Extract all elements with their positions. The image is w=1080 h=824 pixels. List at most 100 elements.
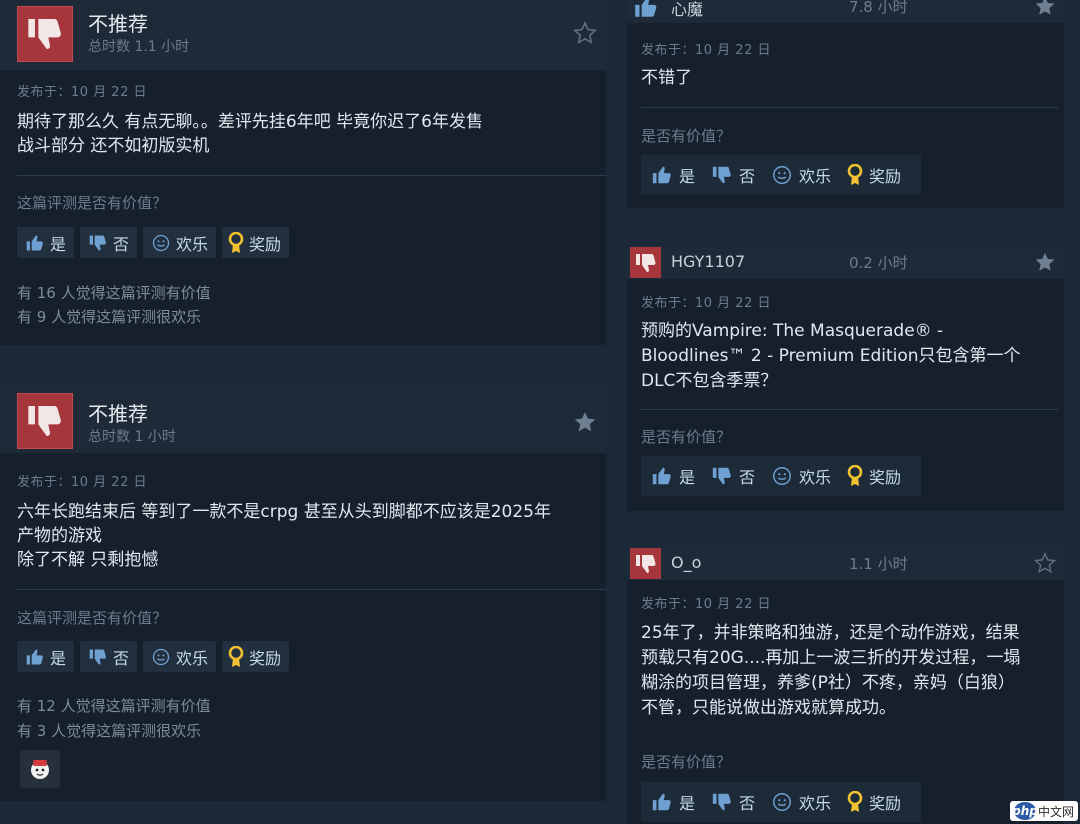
thumbs-down-icon — [712, 793, 731, 811]
smiley-icon — [773, 793, 792, 811]
vote-funny-label: 欢乐 — [799, 167, 832, 186]
review-line: DLC不包含季票？ — [641, 371, 778, 391]
thumbs-up-icon — [652, 793, 671, 811]
helpful-question: 是否有价值？ — [641, 127, 732, 145]
review-line: 除了不解 只剩抱憾 — [17, 550, 159, 570]
vote-buttons: 是 否 欢乐 奖励 — [641, 782, 921, 822]
playtime: 7.8 小时 — [849, 0, 908, 16]
review-card: HGY1107 0.2 小时 发布于：10 月 22 日 预购的Vampire:… — [627, 246, 1064, 511]
vote-funny-button[interactable]: 欢乐 — [765, 163, 837, 187]
review-line: 产物的游戏 — [17, 526, 102, 546]
award-button[interactable]: 奖励 — [841, 790, 907, 814]
vote-funny-label: 欢乐 — [799, 468, 832, 487]
vote-yes-button[interactable]: 是 — [645, 790, 701, 814]
review-line: 糊涂的项目管理，养爹(P社）不疼，亲妈（白狼） — [641, 673, 1015, 693]
review-header: 不推荐 总时数 1 小时 — [0, 383, 606, 453]
helpful-count: 有 12 人觉得这篇评测有价值 — [17, 697, 211, 715]
funny-count: 有 3 人觉得这篇评测很欢乐 — [17, 722, 202, 740]
award-icon — [847, 164, 863, 185]
reviewer-name[interactable]: HGY1107 — [671, 252, 745, 271]
helpful-question: 是否有价值？ — [641, 753, 732, 771]
vote-no-button[interactable]: 否 — [80, 227, 138, 258]
award-badge-icon[interactable] — [20, 750, 60, 788]
smiley-icon — [152, 648, 170, 665]
award-button[interactable]: 奖励 — [222, 641, 290, 672]
vote-no-button[interactable]: 否 — [705, 790, 761, 814]
thumbs-down-icon — [89, 235, 106, 250]
award-label: 奖励 — [249, 234, 282, 254]
reviewer-name[interactable]: 心魔 — [671, 0, 703, 20]
review-body: 预购的Vampire: The Masquerade® - Bloodlines… — [641, 319, 1050, 394]
thumbs-down-icon — [712, 467, 731, 485]
vote-yes-label: 是 — [679, 794, 696, 813]
playtime: 总时数 1.1 小时 — [88, 39, 190, 55]
helpful-question: 这篇评测是否有价值？ — [17, 609, 168, 627]
review-line: Bloodlines™ 2 - Premium Edition只包含第一个 — [641, 346, 1021, 366]
vote-buttons: 是 否 欢乐 奖励 — [641, 155, 921, 195]
award-label: 奖励 — [869, 167, 902, 186]
thumbs-down-icon — [89, 649, 106, 664]
playtime: 总时数 1 小时 — [88, 429, 176, 445]
star-icon[interactable] — [572, 20, 598, 46]
star-icon[interactable] — [1032, 0, 1058, 19]
review-body: 六年长跑结束后 等到了一款不是crpg 甚至从头到脚都不应该是2025年 产物的… — [17, 500, 594, 572]
smiley-icon — [773, 166, 792, 184]
vote-yes-label: 是 — [50, 234, 67, 254]
divider — [641, 107, 1058, 108]
review-body: 期待了那么久 有点无聊。。差评先挂6年吧 毕竟你迟了6年发售 战斗部分 还不如初… — [17, 110, 594, 158]
thumbs-up-icon — [26, 649, 43, 664]
review-line: 六年长跑结束后 等到了一款不是crpg 甚至从头到脚都不应该是2025年 — [17, 502, 551, 522]
award-button[interactable]: 奖励 — [841, 464, 907, 488]
vote-no-button[interactable]: 否 — [705, 464, 761, 488]
vote-yes-button[interactable]: 是 — [645, 464, 701, 488]
vote-funny-button[interactable]: 欢乐 — [765, 464, 837, 488]
review-card: O_o 1.1 小时 发布于：10 月 22 日 25年了，并非策略和独游，还是… — [627, 547, 1064, 824]
thumbs-up-icon — [630, 0, 661, 22]
thumbs-down-icon — [630, 548, 661, 579]
divider — [641, 409, 1058, 410]
award-icon — [228, 645, 244, 667]
award-button[interactable]: 奖励 — [222, 227, 290, 258]
vote-yes-button[interactable]: 是 — [17, 641, 75, 672]
thumbs-down-icon — [712, 166, 731, 184]
vote-funny-button[interactable]: 欢乐 — [143, 227, 217, 258]
thumbs-down-icon — [17, 393, 73, 449]
vote-yes-button[interactable]: 是 — [17, 227, 75, 258]
vote-buttons: 是 否 欢乐 奖励 — [17, 641, 290, 672]
award-label: 奖励 — [869, 794, 902, 813]
review-card: 心魔 7.8 小时 发布于：10 月 22 日 不错了 是否有价值？ 是 否 欢… — [627, 0, 1064, 208]
vote-no-label: 否 — [113, 234, 130, 254]
reviewer-name[interactable]: O_o — [671, 553, 701, 572]
playtime: 0.2 小时 — [849, 254, 908, 272]
vote-funny-button[interactable]: 欢乐 — [143, 641, 217, 672]
vote-yes-button[interactable]: 是 — [645, 163, 701, 187]
review-card: 不推荐 总时数 1.1 小时 发布于：10 月 22 日 期待了那么久 有点无聊… — [0, 0, 606, 345]
star-icon[interactable] — [1032, 249, 1058, 275]
review-line: 不错了 — [641, 68, 692, 88]
vote-no-button[interactable]: 否 — [705, 163, 761, 187]
review-line: 预载只有20G....再加上一波三折的开发过程，一塌 — [641, 648, 1021, 668]
star-icon[interactable] — [1032, 550, 1058, 576]
post-date: 发布于：10 月 22 日 — [641, 43, 771, 58]
review-line: 预购的Vampire: The Masquerade® - — [641, 321, 944, 341]
vote-no-button[interactable]: 否 — [80, 641, 138, 672]
vote-yes-label: 是 — [50, 648, 67, 668]
review-header: HGY1107 0.2 小时 — [627, 246, 1064, 279]
post-date: 发布于：10 月 22 日 — [641, 296, 771, 311]
watermark-text: 中文网 — [1037, 804, 1074, 819]
vote-funny-label: 欢乐 — [799, 794, 832, 813]
star-icon[interactable] — [572, 409, 598, 435]
post-date: 发布于：10 月 22 日 — [17, 85, 147, 100]
helpful-count: 有 16 人觉得这篇评测有价值 — [17, 284, 211, 302]
thumbs-down-icon — [17, 6, 73, 62]
vote-no-label: 否 — [739, 167, 756, 186]
award-label: 奖励 — [249, 648, 282, 668]
award-label: 奖励 — [869, 468, 902, 487]
review-header: 不推荐 总时数 1.1 小时 — [0, 0, 606, 70]
vote-funny-button[interactable]: 欢乐 — [765, 790, 837, 814]
award-button[interactable]: 奖励 — [841, 163, 907, 187]
playtime: 1.1 小时 — [849, 555, 908, 573]
funny-count: 有 9 人觉得这篇评测很欢乐 — [17, 308, 202, 326]
award-icon — [228, 231, 244, 253]
vote-yes-label: 是 — [679, 167, 696, 186]
